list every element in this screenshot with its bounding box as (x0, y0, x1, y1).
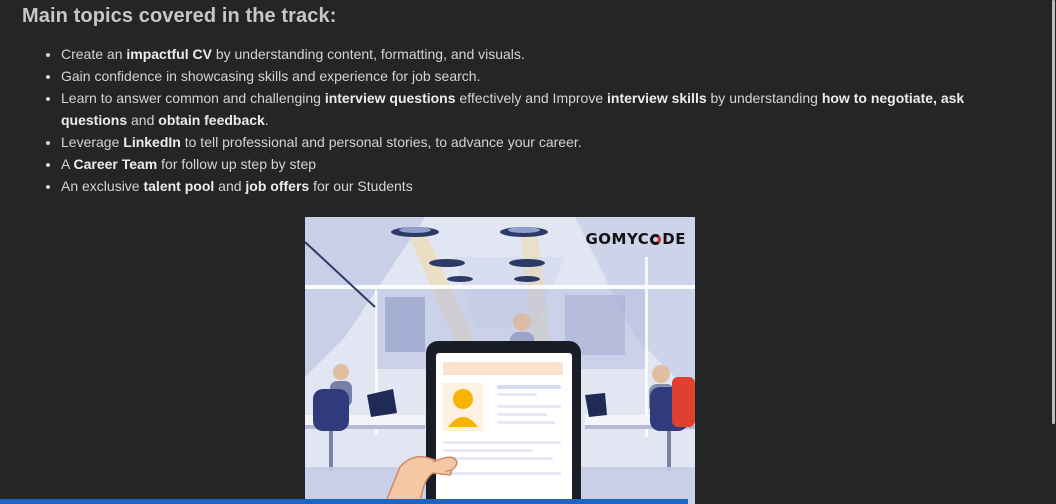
topic-text: and (127, 112, 159, 128)
topic-item: An exclusive talent pool and job offers … (61, 175, 981, 197)
topic-item: Learn to answer common and challenging i… (61, 87, 981, 131)
topic-highlight: interview questions (324, 90, 456, 106)
topic-highlight: interview skills (607, 90, 707, 106)
topic-text: Gain confidence in showcasing skills and… (61, 68, 481, 84)
logo-text-end: DE (662, 230, 686, 248)
topics-list: Create an impactful CV by understanding … (47, 43, 981, 197)
logo-text-start: GOMYC (585, 230, 650, 248)
topic-text: for follow up step by step (157, 156, 317, 172)
topic-highlight: job offers (245, 178, 310, 194)
topic-text: A (61, 156, 74, 172)
course-banner-image: GOMYC DE (305, 217, 695, 504)
topic-text: Create an (61, 46, 127, 62)
topic-text: Leverage (61, 134, 124, 150)
topic-highlight: impactful CV (126, 46, 212, 62)
topic-item: Create an impactful CV by understanding … (61, 43, 981, 65)
topic-text: to tell professional and personal storie… (180, 134, 582, 150)
topic-text: by understanding content, formatting, an… (211, 46, 525, 62)
topic-text: . (264, 112, 269, 128)
section-heading: Main topics covered in the track: (22, 5, 337, 27)
topic-highlight: talent pool (143, 178, 215, 194)
topic-item: Gain confidence in showcasing skills and… (61, 65, 981, 87)
bottom-accent-bar (0, 499, 688, 504)
topic-item: Leverage LinkedIn to tell professional a… (61, 131, 981, 153)
topic-highlight: obtain feedback (158, 112, 265, 128)
office-illustration (305, 217, 695, 504)
topic-highlight: Career Team (73, 156, 158, 172)
topic-text: Learn to answer common and challenging (61, 90, 325, 106)
scrollbar[interactable] (1052, 0, 1055, 424)
logo-o-icon (650, 233, 662, 245)
topic-item: A Career Team for follow up step by step (61, 153, 981, 175)
topic-text: and (214, 178, 246, 194)
topic-text: effectively and Improve (455, 90, 608, 106)
topic-text: An exclusive (61, 178, 144, 194)
topic-text: for our Students (309, 178, 413, 194)
topic-text: by understanding (706, 90, 822, 106)
topic-highlight: LinkedIn (123, 134, 181, 150)
gomycode-logo: GOMYC DE (585, 230, 686, 248)
